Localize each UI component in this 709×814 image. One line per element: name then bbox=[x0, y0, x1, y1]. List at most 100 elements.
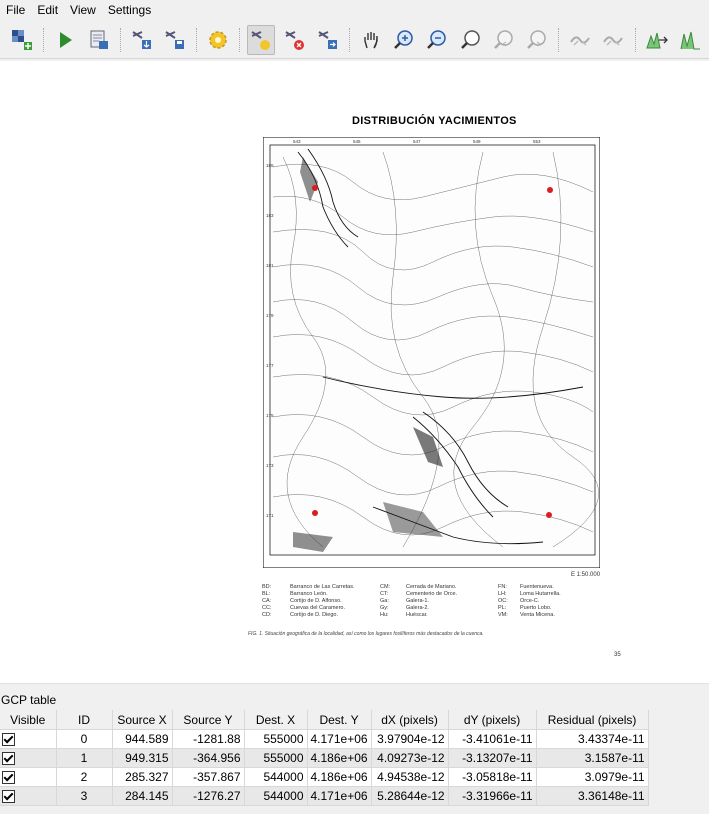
residual-cell: 3.43374e-11 bbox=[536, 729, 649, 749]
menu-view[interactable]: View bbox=[64, 0, 102, 21]
start-georeferencing-icon[interactable] bbox=[51, 25, 79, 55]
residual-cell: 3.0979e-11 bbox=[536, 767, 649, 787]
link-qgis-icon[interactable] bbox=[599, 25, 627, 55]
col-header-source-y[interactable]: Source Y bbox=[172, 710, 245, 730]
open-raster-icon[interactable] bbox=[8, 25, 36, 55]
id-cell: 3 bbox=[56, 786, 113, 806]
dy-cell: -3.13207e-11 bbox=[448, 748, 537, 768]
source-y-cell[interactable]: -364.956 bbox=[172, 748, 245, 768]
toolbar-separator bbox=[43, 27, 45, 52]
col-header-residual[interactable]: Residual (pixels) bbox=[536, 710, 649, 730]
svg-text:543: 543 bbox=[293, 139, 301, 144]
local-histogram-stretch-icon[interactable] bbox=[676, 25, 704, 55]
svg-text:185: 185 bbox=[266, 163, 274, 168]
visible-checkbox[interactable] bbox=[2, 733, 15, 747]
page-number: 35 bbox=[614, 652, 621, 658]
full-histogram-stretch-icon[interactable] bbox=[643, 25, 671, 55]
dest-y-cell[interactable]: 4.171e+06 bbox=[307, 729, 372, 749]
svg-text:545: 545 bbox=[353, 139, 361, 144]
pan-icon[interactable] bbox=[357, 25, 385, 55]
gcp-table-title: GCP table bbox=[1, 693, 57, 707]
dest-x-cell[interactable]: 555000 bbox=[244, 729, 308, 749]
source-x-cell[interactable]: 949.315 bbox=[112, 748, 173, 768]
col-header-visible[interactable]: Visible bbox=[0, 710, 57, 730]
map-scale: E 1:50.000 bbox=[571, 572, 601, 578]
load-gcp-points-icon[interactable] bbox=[128, 25, 156, 55]
legend-row: CC: Cuevas del Caramero. Gy: Galera-2. PL: Pu… bbox=[262, 605, 552, 611]
source-x-cell[interactable]: 944.589 bbox=[112, 729, 173, 749]
menu-edit[interactable]: Edit bbox=[31, 0, 64, 21]
move-gcp-point-icon[interactable] bbox=[314, 25, 342, 55]
id-cell: 1 bbox=[56, 748, 113, 768]
visible-cell[interactable] bbox=[0, 729, 57, 749]
legend-row: CA: Cortijo de D. Alfonso. Ga: Galera-1. OC:… bbox=[262, 598, 540, 604]
svg-text:171: 171 bbox=[266, 513, 274, 518]
transformation-settings-icon[interactable] bbox=[204, 25, 232, 55]
dy-cell: -3.31966e-11 bbox=[448, 786, 537, 806]
source-y-cell[interactable]: -1281.88 bbox=[172, 729, 245, 749]
panel-splitter[interactable] bbox=[0, 683, 709, 690]
legend-row: CD: Cortijo de D. Diego. Hu: Huéscar. VM: Ven… bbox=[262, 612, 555, 618]
dest-x-cell[interactable]: 544000 bbox=[244, 767, 308, 787]
zoom-next-icon[interactable] bbox=[523, 25, 551, 55]
dy-cell: -3.05818e-11 bbox=[448, 767, 537, 787]
generate-gdal-script-icon[interactable] bbox=[84, 25, 112, 55]
col-header-dest-x[interactable]: Dest. X bbox=[244, 710, 308, 730]
dest-y-cell[interactable]: 4.186e+06 bbox=[307, 748, 372, 768]
svg-text:175: 175 bbox=[266, 413, 274, 418]
visible-checkbox[interactable] bbox=[2, 752, 15, 766]
zoom-to-layer-icon[interactable] bbox=[457, 25, 485, 55]
visible-cell[interactable] bbox=[0, 748, 57, 768]
toolbar-separator bbox=[196, 27, 198, 52]
menu-settings[interactable]: Settings bbox=[102, 0, 157, 21]
delete-point-icon[interactable] bbox=[280, 25, 308, 55]
dx-cell: 4.94538e-12 bbox=[371, 767, 449, 787]
table-row[interactable]: 3 284.145 -1276.27 544000 4.171e+06 5.28… bbox=[0, 786, 649, 806]
col-header-dx[interactable]: dX (pixels) bbox=[371, 710, 449, 730]
id-cell: 2 bbox=[56, 767, 113, 787]
col-header-dy[interactable]: dY (pixels) bbox=[448, 710, 537, 730]
source-x-cell[interactable]: 284.145 bbox=[112, 786, 173, 806]
visible-cell[interactable] bbox=[0, 786, 57, 806]
source-x-cell[interactable]: 285.327 bbox=[112, 767, 173, 787]
svg-text:181: 181 bbox=[266, 263, 274, 268]
col-header-dest-y[interactable]: Dest. Y bbox=[307, 710, 372, 730]
menu-bar: File Edit View Settings bbox=[0, 0, 709, 21]
dest-y-cell[interactable]: 4.186e+06 bbox=[307, 767, 372, 787]
link-georeferencer-icon[interactable] bbox=[566, 25, 594, 55]
source-y-cell[interactable]: -1276.27 bbox=[172, 786, 245, 806]
map-legend: BD: Barranco de Las Carretas. CM: Cerrada d… bbox=[262, 584, 607, 619]
table-row[interactable]: 1 949.315 -364.956 555000 4.186e+06 4.09… bbox=[0, 748, 649, 768]
legend-row: BD: Barranco de Las Carretas. CM: Cerrada d… bbox=[262, 584, 554, 590]
svg-text:177: 177 bbox=[266, 363, 274, 368]
toolbar-separator bbox=[119, 27, 122, 52]
dx-cell: 5.28644e-12 bbox=[371, 786, 449, 806]
map-title: DISTRIBUCIÓN YACIMIENTOS bbox=[352, 115, 517, 127]
visible-cell[interactable] bbox=[0, 767, 57, 787]
zoom-in-icon[interactable] bbox=[390, 25, 418, 55]
dest-y-cell[interactable]: 4.171e+06 bbox=[307, 786, 372, 806]
zoom-out-icon[interactable] bbox=[423, 25, 451, 55]
residual-cell: 3.36148e-11 bbox=[536, 786, 649, 806]
georeferencer-canvas[interactable]: DISTRIBUCIÓN YACIMIENTOS 185 183 181 179… bbox=[0, 61, 709, 683]
source-y-cell[interactable]: -357.867 bbox=[172, 767, 245, 787]
col-header-id[interactable]: ID bbox=[56, 710, 113, 730]
zoom-last-icon[interactable] bbox=[490, 25, 518, 55]
table-row[interactable]: 2 285.327 -357.867 544000 4.186e+06 4.94… bbox=[0, 767, 649, 787]
add-point-icon[interactable] bbox=[247, 24, 276, 55]
visible-checkbox[interactable] bbox=[2, 790, 15, 804]
save-gcp-points-icon[interactable] bbox=[161, 25, 189, 55]
menu-file[interactable]: File bbox=[0, 0, 31, 21]
svg-text:553: 553 bbox=[533, 139, 541, 144]
visible-checkbox[interactable] bbox=[2, 771, 15, 785]
toolbar-separator bbox=[634, 27, 637, 52]
dest-x-cell[interactable]: 544000 bbox=[244, 786, 308, 806]
toolbar-separator bbox=[348, 27, 351, 52]
svg-text:173: 173 bbox=[266, 463, 274, 468]
table-row[interactable]: 0 944.589 -1281.88 555000 4.171e+06 3.97… bbox=[0, 729, 649, 749]
col-header-source-x[interactable]: Source X bbox=[112, 710, 173, 730]
figure-caption: FIG. 1. Situación geográfica de la local… bbox=[248, 631, 484, 637]
svg-text:547: 547 bbox=[413, 139, 421, 144]
dest-x-cell[interactable]: 555000 bbox=[244, 748, 308, 768]
dy-cell: -3.41061e-11 bbox=[448, 729, 537, 749]
